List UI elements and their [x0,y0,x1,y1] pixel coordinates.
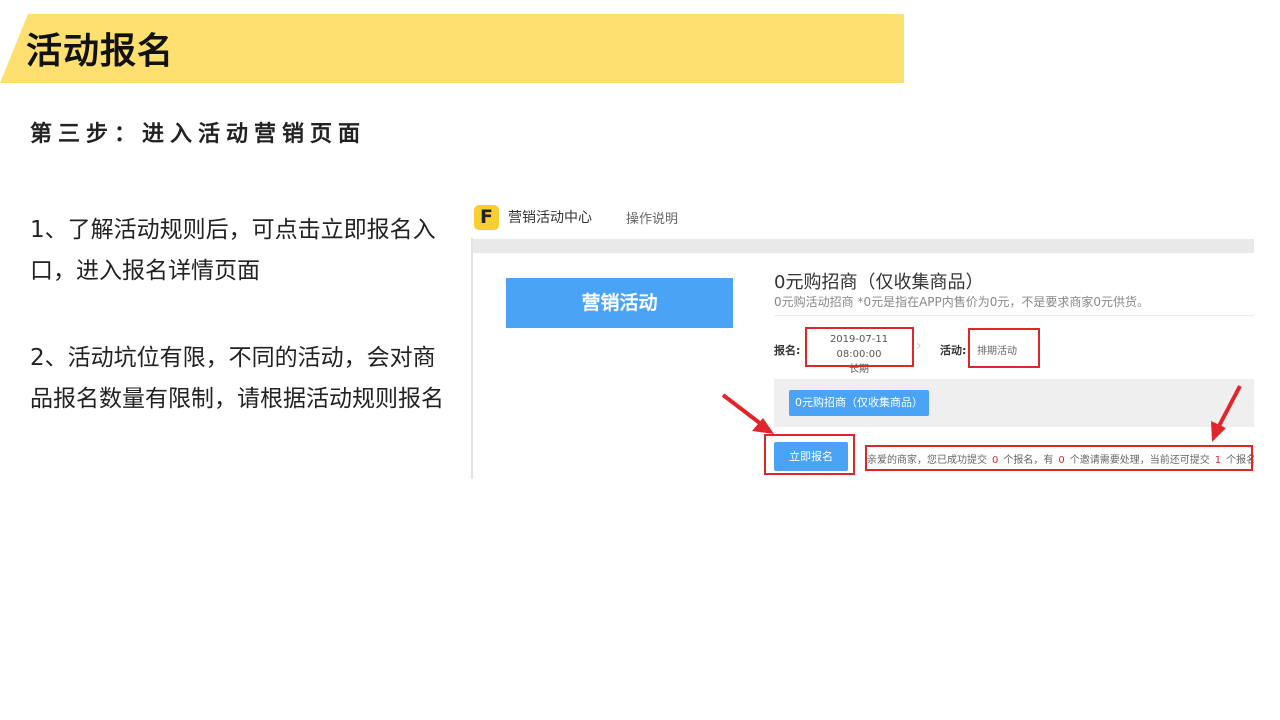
activity-title: 0元购招商（仅收集商品） [774,272,984,293]
step-heading: 第三步：进入活动营销页面 [30,122,367,147]
embedded-screenshot: F 营销活动中心 操作说明 营销活动 0元购招商（仅收集商品） 0元购活动招商 … [471,196,1254,479]
instruction-paragraph-2: 2、活动坑位有限，不同的活动，会对商品报名数量有限制，请根据活动规则报名 [30,345,444,412]
signup-label: 报名: [774,344,801,357]
arrow-left-icon [721,393,774,434]
activity-tab-button[interactable]: 0元购招商（仅收集商品） [789,390,929,416]
highlight-box-signup-time [805,327,914,367]
highlight-box-notice [865,445,1253,471]
screenshot-edge [471,238,473,479]
marketing-activity-menu-button[interactable]: 营销活动 [506,278,733,328]
brand-logo-icon: F [474,205,499,230]
slide-title: 活动报名 [26,31,175,72]
header-divider [471,239,1254,253]
help-link[interactable]: 操作说明 [626,208,678,227]
activity-divider [774,315,1254,316]
activity-description: 0元购活动招商 *0元是指在APP内售价为0元，不是要求商家0元供货。 [774,295,1150,309]
activity-label: 活动: [940,344,967,357]
highlight-box-activity-phase [968,328,1040,368]
marketing-center-title: 营销活动中心 [508,210,592,226]
chevron-right-icon: › [916,338,922,354]
highlight-box-signup-button [764,434,855,475]
instruction-paragraph-1: 1、了解活动规则后，可点击立即报名入口，进入报名详情页面 [30,217,436,284]
screenshot-header: F 营销活动中心 操作说明 [471,196,1254,238]
